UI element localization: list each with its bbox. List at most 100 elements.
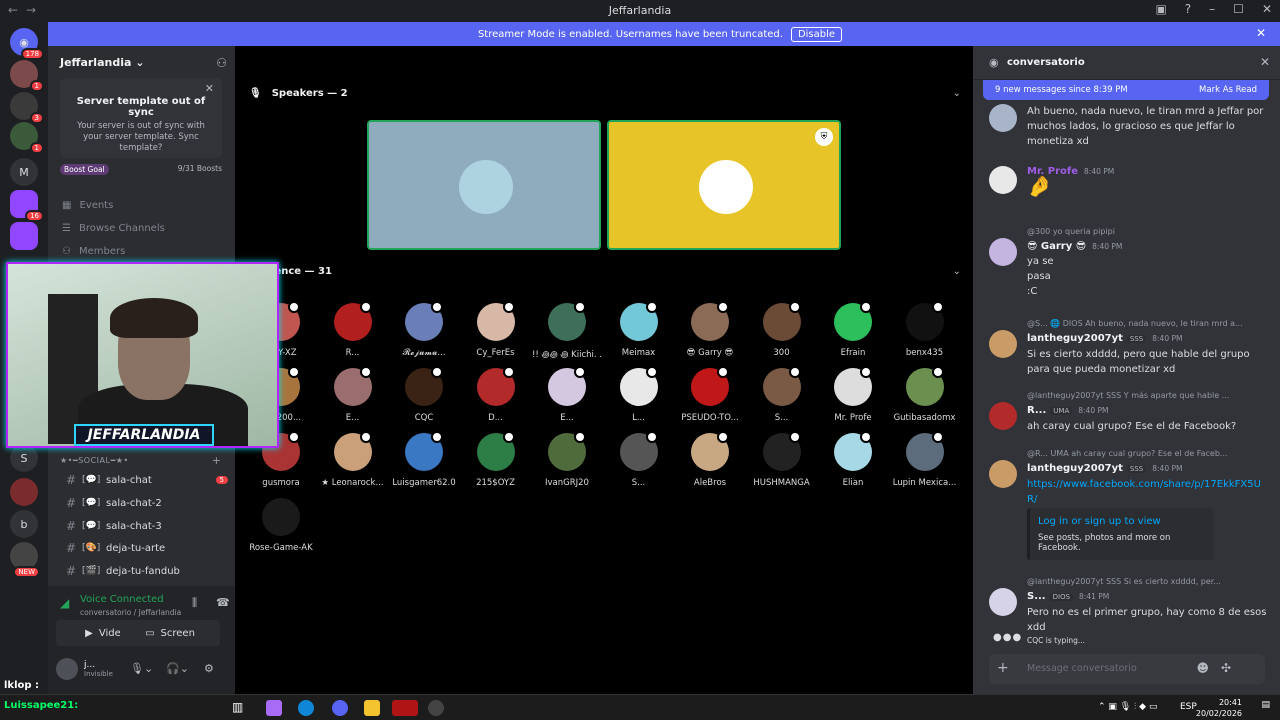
close-icon[interactable]: ✕ — [205, 82, 214, 95]
clock[interactable]: 20:41 20/02/2026 — [1196, 697, 1242, 719]
user-panel[interactable]: j... Invisible — [56, 658, 113, 680]
audience-member[interactable]: Rose-Game-AK — [246, 498, 316, 553]
reply-preview[interactable]: @lantheguy2007yt SSS Si es cierto xdddd,… — [1027, 574, 1267, 589]
noise-suppression-icon[interactable]: ⫼ — [192, 596, 197, 610]
language-indicator[interactable]: ESP — [1180, 702, 1197, 712]
discord-taskbar-icon[interactable] — [332, 700, 348, 716]
inbox-icon[interactable]: ▣ — [1155, 2, 1166, 16]
new-messages-bar[interactable]: 9 new messages since 8:39 PM Mark As Read — [983, 80, 1269, 100]
audience-member[interactable]: Luisgamer62.0 — [389, 431, 459, 488]
mark-as-read-button[interactable]: Mark As Read — [1199, 85, 1257, 95]
audience-member[interactable]: 300 — [747, 301, 817, 358]
audience-member[interactable]: D... — [461, 366, 531, 423]
menu-browse-channels[interactable]: ☰ Browse Channels — [62, 223, 165, 234]
file-explorer-icon[interactable] — [364, 700, 380, 716]
add-attachment-icon[interactable]: + — [997, 660, 1009, 676]
app-icon[interactable] — [428, 700, 444, 716]
guild-icon[interactable]: 3 — [10, 92, 44, 124]
invite-people-icon[interactable]: ⚇ — [216, 56, 227, 70]
add-channel-icon[interactable]: + — [212, 454, 221, 467]
audience-member[interactable]: Meimax — [604, 301, 674, 358]
audience-member[interactable]: Lupin Mexica... — [890, 431, 960, 488]
audience-member[interactable]: AleBros — [675, 431, 745, 488]
audience-member[interactable]: Gutibasadomx — [890, 366, 960, 423]
audience-member[interactable]: Cy_FerEs — [461, 301, 531, 358]
composer-placeholder[interactable]: Message conversatorio — [1027, 663, 1137, 674]
guild-icon[interactable]: b — [10, 510, 38, 538]
channel-sala-chat-2[interactable]: # [💬] sala-chat-2 — [60, 493, 228, 513]
close-icon[interactable]: ✕ — [1260, 55, 1270, 69]
signal-icon[interactable]: ◢ — [60, 596, 69, 610]
help-icon[interactable]: ? — [1185, 2, 1191, 16]
audience-member[interactable]: 215$OYZ — [461, 431, 531, 488]
task-view-icon[interactable]: ▥ — [232, 700, 248, 716]
audience-member[interactable]: CQC — [389, 366, 459, 423]
audience-member[interactable]: !! ꩜꩜ ꩜ Kiichi. . . — [532, 301, 602, 360]
author-name[interactable]: lantheguy2007yt — [1027, 333, 1123, 344]
channel-sala-chat-3[interactable]: # [💬] sala-chat-3 — [60, 516, 228, 536]
message-composer[interactable]: + Message conversatorio ☻ ✣ — [989, 654, 1265, 684]
headphones-icon[interactable]: 🎧⌄ — [166, 662, 189, 675]
audience-member[interactable]: E... — [318, 366, 388, 423]
guild-icon[interactable] — [10, 478, 38, 506]
embed-title[interactable]: Log in or sign up to view — [1038, 516, 1205, 527]
microphone-icon[interactable]: 🎙⌄ — [130, 662, 153, 675]
disconnect-icon[interactable]: ☎ — [216, 596, 230, 609]
chevron-down-icon[interactable]: ⌄ — [953, 88, 961, 99]
close-window-button[interactable]: ✕ — [1262, 2, 1272, 16]
maximize-button[interactable]: ☐ — [1233, 2, 1244, 16]
audience-member[interactable]: ★ Leonarock... — [318, 431, 388, 488]
minimize-button[interactable]: – — [1209, 2, 1215, 16]
audience-member[interactable]: Efrain — [818, 301, 888, 358]
audience-member[interactable]: S... — [747, 366, 817, 423]
link-embed[interactable]: Log in or sign up to view See posts, phot… — [1027, 508, 1213, 560]
guild-icon[interactable]: 1 — [10, 60, 44, 92]
boost-goal[interactable]: Boost Goal 9/31 Boosts — [60, 164, 222, 175]
twitch-guild-icon[interactable] — [10, 222, 38, 250]
speaker-tile[interactable]: ⛨ — [607, 120, 841, 250]
audience-member[interactable]: 😎 Garry 😎 — [675, 301, 745, 358]
reply-preview[interactable]: @S... 🌐 DIOS Ah bueno, nada nuevo, le ti… — [1027, 316, 1267, 331]
audience-member[interactable]: S... — [604, 431, 674, 488]
tray-icons[interactable]: ⌃ ▣ 🎙 ⫶ ◆ ▭ — [1098, 702, 1157, 712]
sticker-icon[interactable]: ☻ — [1196, 661, 1209, 675]
reply-preview[interactable]: @R... UMA ah caray cual grupo? Ese el de… — [1027, 446, 1267, 461]
guild-icon[interactable]: 1 — [10, 122, 44, 154]
template-tooltip[interactable]: ✕ Server template out of sync Your serve… — [60, 78, 222, 158]
channel-deja-tu-fandub[interactable]: # [🎬] deja-tu-fandub — [60, 561, 228, 581]
audience-member[interactable]: benx435 — [890, 301, 960, 358]
author-name[interactable]: R... — [1027, 405, 1046, 416]
author-name[interactable]: lantheguy2007yt — [1027, 463, 1123, 474]
channel-sala-chat[interactable]: # [💬] sala-chat 5 — [60, 470, 228, 490]
author-name[interactable]: S... — [1027, 591, 1046, 602]
guild-icon[interactable]: NEW — [10, 542, 40, 578]
voice-status[interactable]: Voice Connected — [80, 594, 164, 605]
category-social[interactable]: ★•━SOCIAL━★• — [60, 456, 129, 465]
notification-icon[interactable]: ▤ — [1261, 700, 1270, 710]
twitch-guild-icon[interactable]: 16 — [10, 190, 44, 222]
apps-icon[interactable]: ✣ — [1221, 661, 1231, 675]
speaker-tile[interactable] — [367, 120, 601, 250]
settings-gear-icon[interactable]: ⚙ — [204, 662, 214, 675]
channel-deja-tu-arte[interactable]: # [🎨] deja-tu-arte — [60, 538, 228, 558]
voice-channel-path[interactable]: conversatorio / Jeffarlandia — [80, 608, 181, 617]
audience-member[interactable]: PSEUDO-TO... — [675, 366, 745, 423]
copilot-icon[interactable] — [266, 700, 282, 716]
facebook-link[interactable]: https://www.facebook.com/share/p/17EkkFX… — [1027, 477, 1267, 507]
audience-member[interactable]: Mr. Profe — [818, 366, 888, 423]
audience-member[interactable]: Elian — [818, 431, 888, 488]
audience-member[interactable]: E... — [532, 366, 602, 423]
reply-preview[interactable]: @lantheguy2007yt SSS Y más aparte que ha… — [1027, 388, 1267, 403]
author-name[interactable]: 😎 Garry 😎 — [1027, 241, 1086, 252]
guild-icon[interactable]: M — [10, 158, 38, 186]
audience-member[interactable]: L... — [604, 366, 674, 423]
menu-members[interactable]: ⚇ Members — [62, 246, 125, 257]
direct-messages-icon[interactable]: ◉ 178 — [10, 28, 44, 60]
chevron-down-icon[interactable]: ⌄ — [953, 266, 961, 277]
audience-member[interactable]: R... — [318, 301, 388, 358]
edge-icon[interactable] — [298, 700, 314, 716]
audience-member[interactable]: IvanGRJ20 — [532, 431, 602, 488]
obs-icon[interactable] — [392, 700, 418, 716]
audience-member[interactable]: HUSHMANGA — [747, 431, 817, 488]
menu-events[interactable]: ▦ Events — [62, 200, 113, 211]
